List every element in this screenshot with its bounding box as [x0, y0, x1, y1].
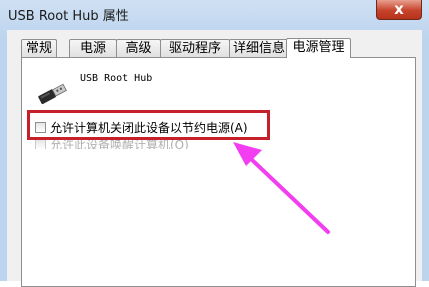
- tab-power-management[interactable]: 电源管理: [286, 38, 351, 58]
- properties-window: USB Root Hub 属性 x 常规 电源 高级 驱动程序 详细信息 电源管…: [0, 0, 429, 287]
- pointer-arrow: [233, 142, 330, 234]
